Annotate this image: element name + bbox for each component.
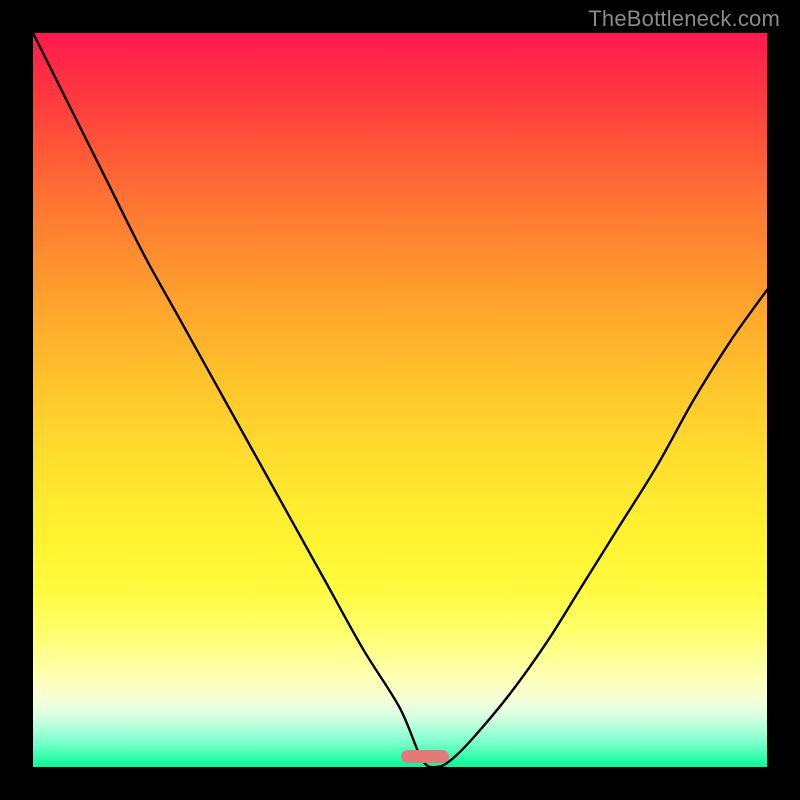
watermark-text: TheBottleneck.com (588, 6, 780, 32)
outer-frame: TheBottleneck.com (0, 0, 800, 800)
minimum-marker (401, 750, 449, 763)
bottleneck-curve (33, 33, 767, 767)
plot-area (33, 33, 767, 767)
